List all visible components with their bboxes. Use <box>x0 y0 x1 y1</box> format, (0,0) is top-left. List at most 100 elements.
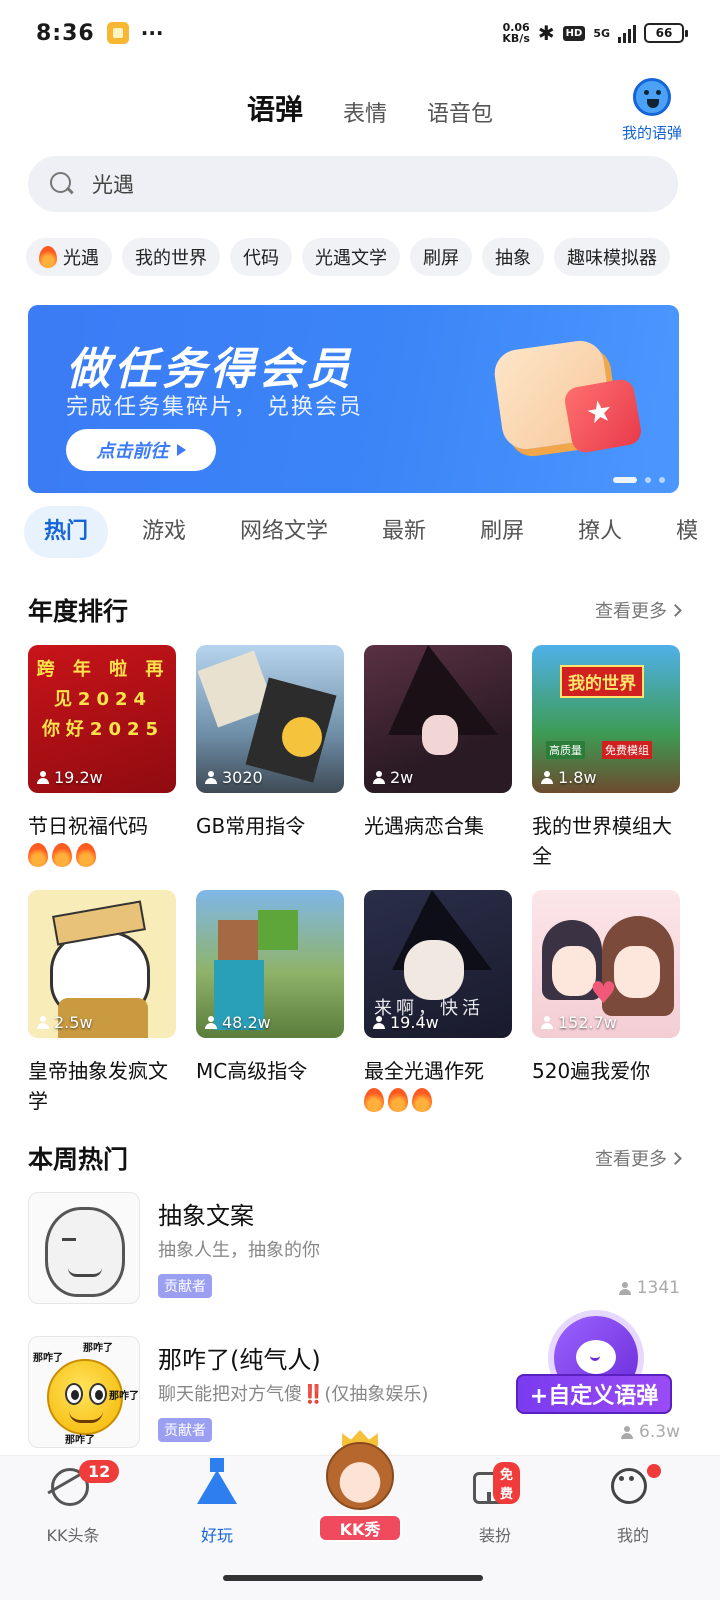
chip-guangyu-literature[interactable]: 光遇文学 <box>302 238 400 276</box>
thumbnail-text: 那咋了 <box>83 1343 113 1354</box>
network-speed: 0.06 KB/s <box>502 22 529 44</box>
nav-dressup[interactable]: 免费 装扮 <box>440 1462 550 1546</box>
count-value: 6.3w <box>639 1422 680 1442</box>
chip-spam[interactable]: 刷屏 <box>410 238 472 276</box>
nav-label: 好玩 <box>200 1526 233 1545</box>
card-thumbnail: 我的世界 高质量 免费模组 1.8w <box>532 645 680 793</box>
user-icon <box>37 1016 49 1029</box>
section-title: 本周热门 <box>28 1145 129 1174</box>
see-more-weekly[interactable]: 查看更多 <box>595 1145 682 1171</box>
see-more-label: 查看更多 <box>595 1149 667 1170</box>
thumbnail-text: 那咋了 <box>109 1391 139 1402</box>
chip-simulator[interactable]: 趣味模拟器 <box>554 238 670 276</box>
category-tab-flirt[interactable]: 撩人 <box>558 506 642 558</box>
notes-app-icon <box>106 22 129 44</box>
category-tab-more[interactable]: 模 <box>656 506 718 558</box>
nav-kk-show[interactable]: KK秀 <box>314 1430 406 1546</box>
notification-badge: 12 <box>79 1460 120 1483</box>
promo-banner[interactable]: 做任务得会员 完成任务集碎片， 兑换会员 点击前往 ★ <box>28 305 679 493</box>
card-title: 520遍我爱你 <box>532 1059 651 1083</box>
search-bar[interactable] <box>28 156 678 212</box>
custom-danmu-button[interactable]: +自定义语弹 <box>516 1316 676 1416</box>
search-input[interactable] <box>92 172 592 196</box>
card-thumbnail: 48.2w <box>196 890 344 1038</box>
user-icon <box>37 771 49 784</box>
user-count: 152.7w <box>541 1013 617 1032</box>
annual-ranking-header: 年度排行 查看更多 <box>28 592 682 628</box>
card-title: GB常用指令 <box>196 814 306 838</box>
count-value: 19.2w <box>54 768 103 787</box>
contributor-badge: 贡献者 <box>158 1418 212 1442</box>
list-title: 那咋了(纯气人) <box>158 1346 321 1374</box>
free-badge: 免费 <box>493 1462 521 1504</box>
weekly-hot-header: 本周热门 查看更多 <box>28 1140 682 1176</box>
list-item[interactable]: 抽象文案 抽象人生，抽象的你 贡献者 1341 <box>28 1192 680 1304</box>
search-icon <box>50 172 74 196</box>
category-tab-games[interactable]: 游戏 <box>122 506 206 558</box>
wardrobe-icon: 免费 <box>473 1462 521 1508</box>
user-icon <box>541 771 553 784</box>
ranking-card[interactable]: ♥ 152.7w 520遍我爱你 <box>532 890 680 1116</box>
banner-go-button[interactable]: 点击前往 <box>66 429 216 471</box>
ranking-card[interactable]: 我的世界 高质量 免费模组 1.8w 我的世界模组大全 <box>532 645 680 871</box>
home-indicator[interactable] <box>223 1575 483 1581</box>
ranking-card[interactable]: 2w 光遇病恋合集 <box>364 645 512 871</box>
banner-title: 做任务得会员 <box>66 344 354 395</box>
count-value: 152.7w <box>558 1013 617 1032</box>
user-count: 1.8w <box>541 768 597 787</box>
category-tab-latest[interactable]: 最新 <box>362 506 446 558</box>
thumbnail-text: 那咋了 <box>33 1353 63 1364</box>
fire-icon <box>76 843 96 867</box>
reward-cards-illustration: ★ <box>488 333 644 473</box>
user-count: 1341 <box>618 1278 680 1298</box>
chip-minecraft[interactable]: 我的世界 <box>122 238 220 276</box>
status-time: 8:36 <box>36 20 95 46</box>
count-value: 48.2w <box>222 1013 271 1032</box>
my-danmu-button[interactable]: 我的语弹 <box>622 78 682 143</box>
list-description: 聊天能把对方气傻‼️(仅抽象娱乐) <box>158 1384 429 1405</box>
chip-abstract[interactable]: 抽象 <box>482 238 544 276</box>
user-count: 19.2w <box>37 768 103 787</box>
network-type: 5G <box>593 26 610 40</box>
user-count: 19.4w <box>373 1013 439 1032</box>
thumbnail-text: 跨 年 啦 再见2024 你好2025 <box>36 659 170 740</box>
banner-button-label: 点击前往 <box>96 441 169 462</box>
nav-me[interactable]: 我的 <box>578 1464 688 1546</box>
play-icon <box>176 444 186 456</box>
list-thumbnail: 那咋了 那咋了 那咋了 那咋了 <box>28 1336 140 1448</box>
ranking-card[interactable]: 2.5w 皇帝抽象发疯文学 <box>28 890 176 1116</box>
nav-kk-headlines[interactable]: 12 KK头条 <box>18 1460 128 1546</box>
user-icon <box>205 771 217 784</box>
tab-danmu[interactable]: 语弹 <box>247 88 303 128</box>
section-title: 年度排行 <box>28 597 129 626</box>
ranking-card[interactable]: 3020 GB常用指令 <box>196 645 344 871</box>
card-thumbnail: 跨 年 啦 再见2024 你好2025 19.2w <box>28 645 176 793</box>
user-count: 3020 <box>205 768 263 787</box>
chip-code[interactable]: 代码 <box>230 238 292 276</box>
ranking-card[interactable]: 跨 年 啦 再见2024 你好2025 19.2w 节日祝福代码 <box>28 645 176 871</box>
ranking-card[interactable]: 48.2w MC高级指令 <box>196 890 344 1116</box>
tab-voice-pack[interactable]: 语音包 <box>427 96 493 128</box>
nav-fun[interactable]: 好玩 <box>162 1458 272 1546</box>
category-tab-hot[interactable]: 热门 <box>24 506 109 558</box>
hot-search-chips: 光遇 我的世界 代码 光遇文学 刷屏 抽象 趣味模拟器 <box>26 238 720 276</box>
nav-label: 装扮 <box>478 1526 511 1545</box>
category-tab-web-lit[interactable]: 网络文学 <box>220 506 348 558</box>
annual-grid-row-1: 跨 年 啦 再见2024 你好2025 19.2w 节日祝福代码 3020 GB… <box>28 645 680 871</box>
user-icon <box>373 1016 385 1029</box>
avatar <box>326 1442 394 1510</box>
chip-label: 代码 <box>243 248 279 269</box>
ranking-card[interactable]: 来啊，快活 19.4w 最全光遇作死 <box>364 890 512 1116</box>
category-tab-spam[interactable]: 刷屏 <box>460 506 544 558</box>
nav-label: 我的 <box>616 1526 649 1545</box>
banner-subtitle: 完成任务集碎片， 兑换会员 <box>66 395 363 420</box>
tab-emoji[interactable]: 表情 <box>343 96 387 128</box>
chip-guangyu[interactable]: 光遇 <box>26 238 112 276</box>
contributor-badge: 贡献者 <box>158 1274 212 1298</box>
list-description: 抽象人生，抽象的你 <box>158 1240 320 1261</box>
card-thumbnail: ♥ 152.7w <box>532 890 680 1038</box>
hot-fires <box>364 1088 512 1112</box>
my-danmu-label: 我的语弹 <box>621 124 682 142</box>
signal-icon <box>618 23 636 43</box>
see-more-annual[interactable]: 查看更多 <box>595 597 682 623</box>
